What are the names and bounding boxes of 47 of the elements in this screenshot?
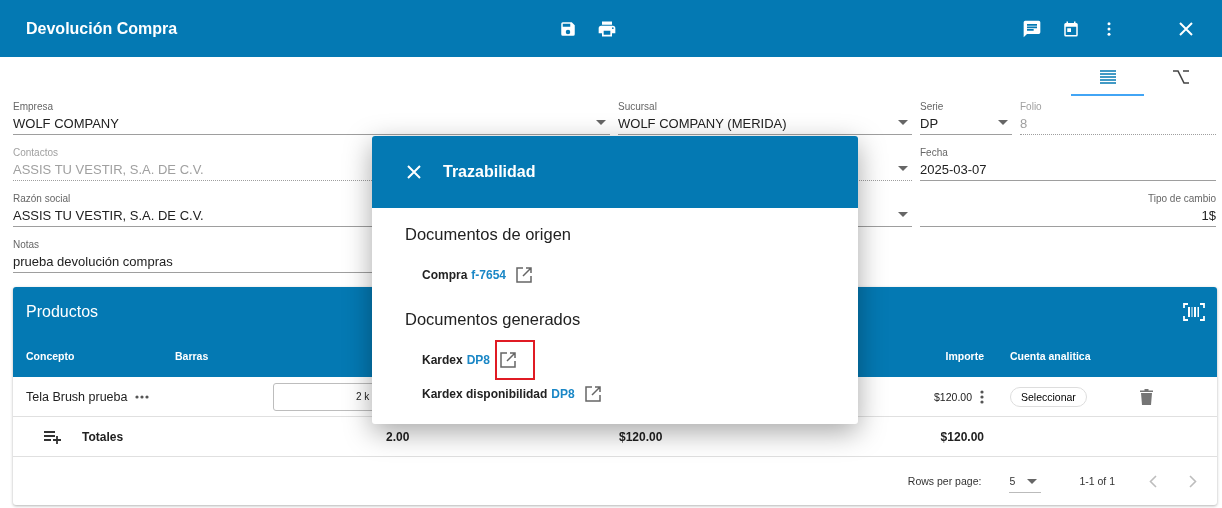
calendar-icon[interactable] [1062,19,1080,38]
column-header: Concepto [25,349,76,362]
table-cell: $120.00 [934,390,972,403]
dropdown-caret-icon[interactable] [898,120,908,125]
open-external-icon[interactable] [516,267,533,283]
form-field[interactable]: Tipo de cambio 1$ [920,192,1216,227]
open-external-icon[interactable] [500,352,517,368]
column-header: Barras [175,349,210,362]
document-link[interactable]: DP8 [466,353,491,367]
form-field[interactable]: Fecha 2025-03-07 [920,146,1216,181]
document-label: Kardex disponibilidad [422,387,548,401]
window-title: Devolución Compra [26,19,179,38]
dropdown-caret-icon[interactable] [596,120,606,125]
table-cell: Tela Brush prueba [26,389,128,404]
column-header: Importe [945,349,985,362]
more-icon[interactable] [980,389,984,404]
form-field: Folio 8 [1020,100,1216,135]
products-title: Productos [26,303,99,321]
section-heading: Documentos generados [405,310,582,329]
list-lines-icon [1098,69,1117,85]
select-button[interactable]: Seleccionar [1010,386,1087,407]
close-icon[interactable] [1178,20,1194,37]
rows-per-page-select[interactable]: 5 [1009,469,1042,493]
document-label: Kardex [422,353,463,367]
close-icon[interactable] [407,165,421,179]
document-link[interactable]: DP8 [551,387,575,401]
page-range: 1-1 of 1 [1079,475,1115,487]
total-cell: $120.00 [940,429,984,444]
dropdown-caret-icon [1027,478,1038,484]
dropdown-caret-icon[interactable] [898,212,908,217]
total-cell: $120.00 [619,429,663,444]
total-cell: 2.00 [386,429,410,444]
comment-icon[interactable] [1022,18,1042,39]
open-external-icon[interactable] [584,386,601,402]
dialog-title: Trazabilidad [443,163,536,181]
form-field[interactable]: Sucursal WOLF COMPANY (MERIDA) [618,100,912,135]
form-field[interactable]: Empresa WOLF COMPANY [13,100,610,135]
totals-label: Totales [82,429,124,444]
dropdown-caret-icon[interactable] [998,120,1008,125]
more-icon[interactable] [135,394,150,399]
delete-icon[interactable] [1140,388,1153,405]
barcode-scan-icon[interactable] [1183,303,1205,321]
option-key-icon [1171,69,1190,85]
column-header: Cuenta analitica [1009,349,1092,362]
form-field[interactable]: Serie DP [920,100,1012,135]
add-row-icon[interactable] [44,429,62,444]
rows-per-page-label: Rows per page: [907,475,982,487]
